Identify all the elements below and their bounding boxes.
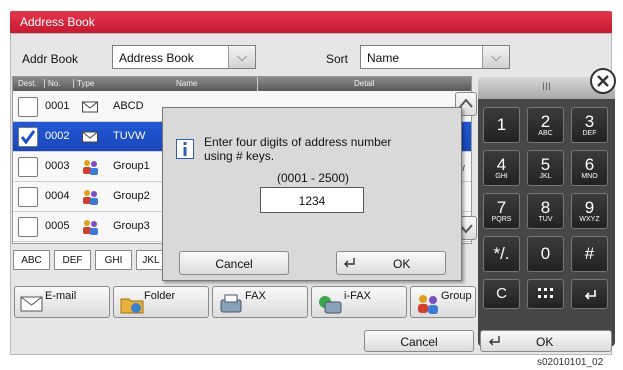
group-button-label: Group — [441, 290, 472, 302]
sort-label: Sort — [326, 52, 349, 66]
row-checkbox[interactable] — [18, 157, 38, 177]
chevron-down-icon: ⌵ — [228, 46, 255, 68]
enter-icon — [344, 258, 355, 268]
alpha-tab-def[interactable]: DEF — [54, 250, 91, 270]
addr-book-label: Addr Book — [22, 52, 79, 66]
group-icon — [83, 190, 98, 205]
row-name: TUVW — [113, 130, 146, 142]
group-button[interactable]: Group — [410, 286, 476, 318]
key-grid[interactable] — [527, 279, 564, 309]
email-button[interactable]: E-mail — [14, 286, 110, 318]
row-number: 0004 — [45, 190, 70, 202]
group-icon — [83, 220, 98, 235]
addr-book-select-value: Address Book — [119, 51, 194, 65]
key-0[interactable]: 0 — [527, 236, 564, 272]
sort-select[interactable]: Name ⌵ — [360, 45, 510, 69]
sort-select-value: Name — [367, 51, 400, 65]
email-icon — [82, 131, 98, 143]
enter-icon — [584, 290, 596, 300]
key-4[interactable]: 4 GHI — [483, 150, 520, 186]
alpha-tab-abc[interactable]: ABC — [13, 250, 50, 270]
fax-icon — [220, 294, 242, 313]
row-checkbox[interactable] — [18, 217, 38, 237]
key-enter[interactable] — [571, 279, 608, 309]
group-icon — [83, 160, 98, 175]
list-header: Dest. No. Type Name Detail — [13, 77, 471, 91]
email-icon — [20, 296, 43, 312]
key-9[interactable]: 9 WXYZ — [571, 193, 608, 229]
dialog-message-line1: Enter four digits of address number — [204, 135, 392, 149]
key-hash[interactable]: # — [571, 236, 608, 272]
key-3[interactable]: 3 DEF — [571, 107, 608, 143]
dialog-message-line2: using # keys. — [204, 149, 275, 163]
header-name[interactable]: Name — [176, 79, 197, 88]
key-star-dot[interactable]: */. — [483, 236, 520, 272]
ifax-button-label: i-FAX — [344, 290, 371, 302]
ifax-button[interactable]: i-FAX — [311, 286, 407, 318]
header-detail[interactable]: Detail — [354, 79, 374, 88]
row-number: 0002 — [45, 130, 70, 142]
figure-caption: s02010101_02 — [537, 357, 604, 368]
row-name: ABCD — [113, 100, 144, 112]
fax-button[interactable]: FAX — [212, 286, 308, 318]
addr-book-select[interactable]: Address Book ⌵ — [112, 45, 256, 69]
close-icon — [597, 75, 609, 87]
ifax-icon — [319, 296, 342, 314]
key-clear[interactable]: C — [483, 279, 520, 309]
row-name: Group1 — [113, 160, 150, 172]
key-2[interactable]: 2 ABC — [527, 107, 564, 143]
row-checkbox[interactable] — [18, 187, 38, 207]
key-6[interactable]: 6 MNO — [571, 150, 608, 186]
email-icon — [82, 101, 98, 113]
checkmark-icon — [20, 130, 36, 145]
ok-label: OK — [536, 335, 554, 349]
dialog-ok-label: OK — [393, 257, 411, 271]
folder-icon — [120, 298, 144, 314]
folder-button-label: Folder — [144, 290, 176, 302]
chevron-down-icon: ⌵ — [482, 46, 509, 68]
header-no[interactable]: No. — [44, 79, 60, 88]
folder-button[interactable]: Folder — [113, 286, 209, 318]
group-icon — [418, 295, 438, 314]
address-number-dialog: Enter four digits of address number usin… — [162, 107, 462, 281]
keypad-close-button[interactable] — [590, 68, 616, 94]
email-button-label: E-mail — [45, 290, 77, 302]
header-type[interactable]: Type — [73, 79, 94, 88]
row-checkbox[interactable] — [18, 97, 38, 117]
alpha-tab-ghi[interactable]: GHI — [95, 250, 132, 270]
fax-button-label: FAX — [245, 290, 266, 302]
enter-icon — [489, 336, 500, 346]
grid-icon — [537, 288, 553, 298]
key-5[interactable]: 5 JKL — [527, 150, 564, 186]
row-checkbox-checked[interactable] — [18, 127, 38, 147]
key-8[interactable]: 8 TUV — [527, 193, 564, 229]
row-number: 0003 — [45, 160, 70, 172]
cancel-button[interactable]: Cancel — [364, 330, 474, 352]
row-number: 0001 — [45, 100, 70, 112]
key-1[interactable]: 1 — [483, 107, 520, 143]
dialog-ok-button[interactable]: OK — [336, 251, 446, 275]
numeric-keypad: III 1 2 ABC 3 DEF 4 GHI 5 JKL 6 MNO 7 PQRS 8 TU… — [478, 77, 615, 347]
row-name: Group3 — [113, 220, 150, 232]
window-title: Address Book — [10, 11, 612, 33]
dialog-range: (0001 - 2500) — [276, 171, 350, 185]
dialog-cancel-button[interactable]: Cancel — [179, 251, 289, 275]
info-icon — [176, 139, 194, 159]
key-7[interactable]: 7 PQRS — [483, 193, 520, 229]
row-number: 0005 — [45, 220, 70, 232]
header-dest[interactable]: Dest. — [18, 79, 37, 88]
address-number-input[interactable]: 1234 — [260, 187, 364, 213]
row-name: Group2 — [113, 190, 150, 202]
ok-button[interactable]: OK — [480, 330, 612, 352]
